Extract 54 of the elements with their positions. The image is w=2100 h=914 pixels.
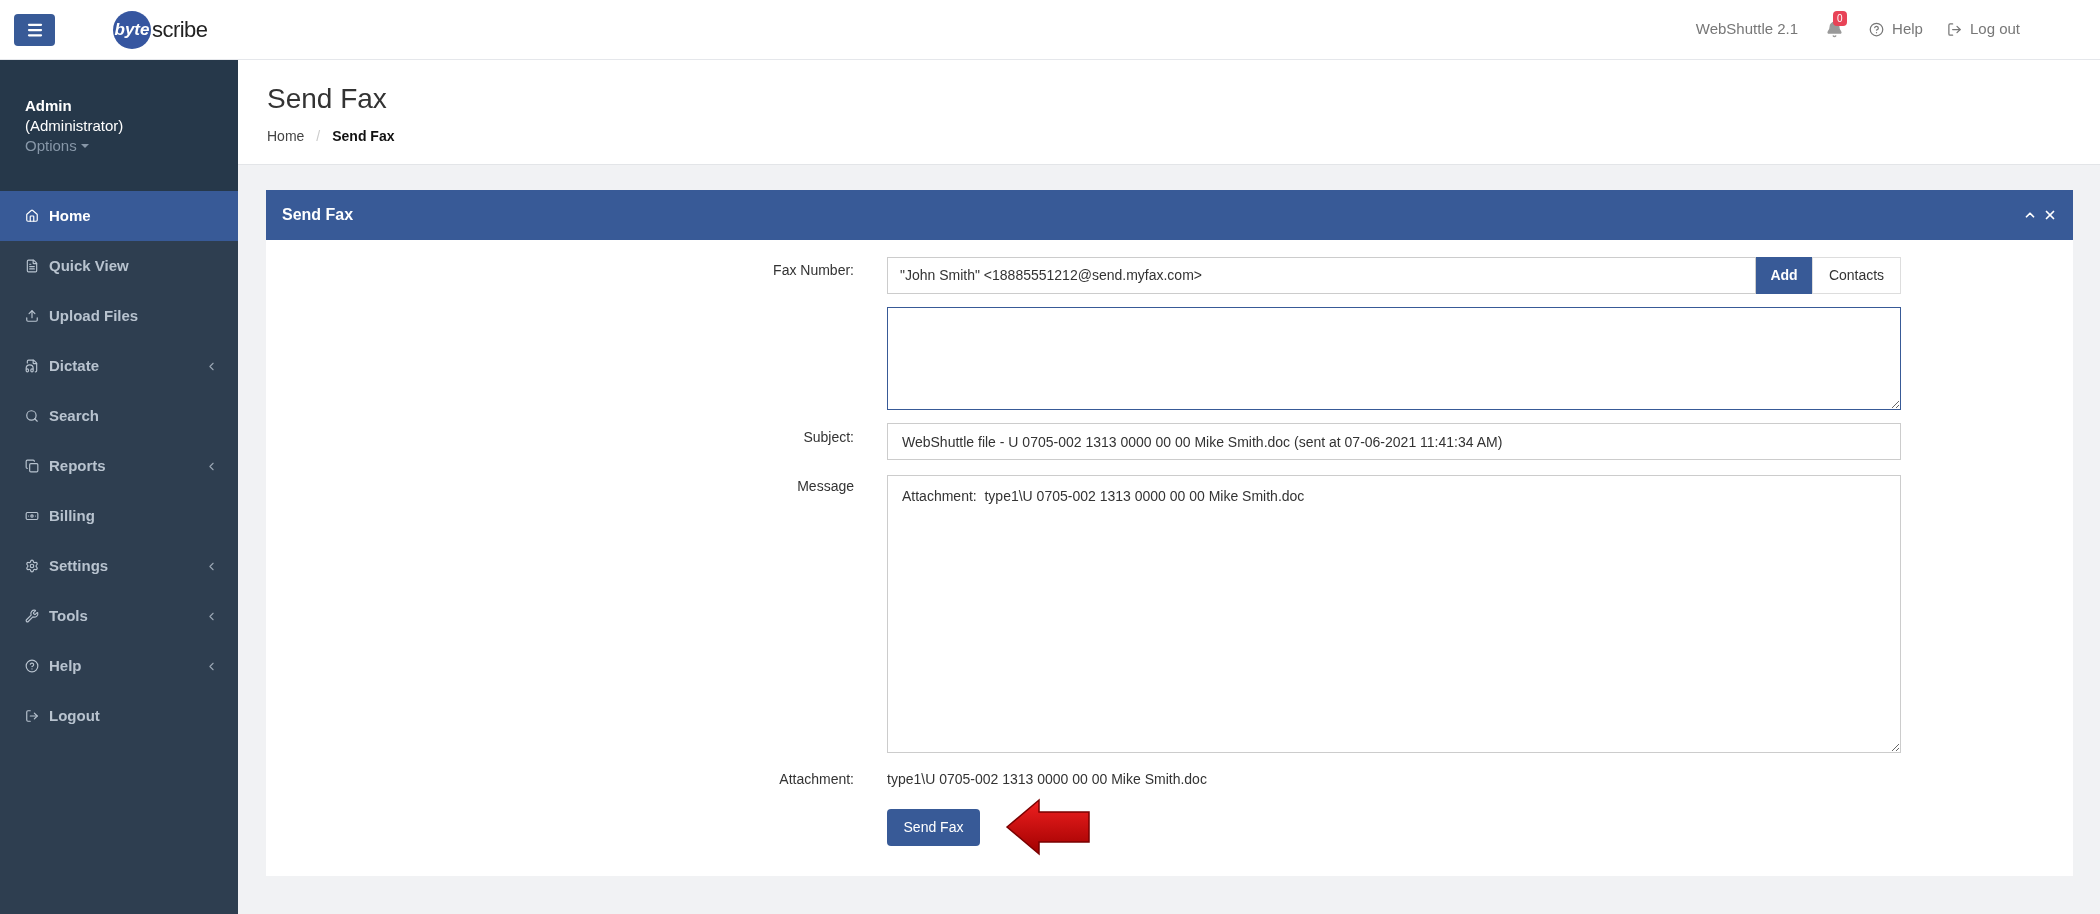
options-dropdown[interactable]: Options <box>25 136 89 156</box>
settings-icon <box>25 559 39 573</box>
message-field[interactable]: Attachment: type1\U 0705-002 1313 0000 00 00 Mike Smith.doc <box>887 475 1901 753</box>
help-icon <box>25 659 39 673</box>
nav-item[interactable]: Dictate <box>0 341 238 391</box>
nav-item[interactable]: Quick View <box>0 241 238 291</box>
audio-file-icon <box>25 359 39 373</box>
nav-item[interactable]: Settings <box>0 541 238 591</box>
field-label: Attachment: <box>778 770 854 789</box>
logout-icon <box>1946 22 1962 37</box>
field-label: Message <box>796 477 854 496</box>
nav-item[interactable]: Logout <box>0 691 238 741</box>
subject-field[interactable]: WebShuttle file - U 0705-002 1313 0000 00 00 Mike Smith.doc (sent at 07-06-2021 11:41:34 AM) <box>887 423 1901 460</box>
user-name: Admin <box>25 96 73 116</box>
nav-item[interactable]: Help <box>0 641 238 691</box>
breadcrumb-link[interactable]: Home <box>267 126 305 147</box>
add-button[interactable]: Add <box>1756 257 1812 294</box>
breadcrumb-current: Send Fax <box>332 127 395 146</box>
attachment-name: type1\U 0705-002 1313 0000 00 00 Mike Smith.doc <box>887 770 1208 789</box>
notification-bell-icon[interactable] <box>1826 21 1844 38</box>
notification-count: 0 <box>1833 11 1847 26</box>
help-icon <box>1869 22 1885 37</box>
nav-item[interactable]: Tools <box>0 591 238 641</box>
help-link[interactable]: Help <box>1892 18 1923 41</box>
copy-icon <box>25 459 39 473</box>
upload-icon <box>25 309 39 323</box>
nav-item[interactable]: Reports <box>0 441 238 491</box>
contacts-button[interactable]: Contacts <box>1812 257 1901 294</box>
search-icon <box>25 409 39 423</box>
document-icon <box>25 259 39 273</box>
field-label: Subject: <box>802 428 854 447</box>
logout-link[interactable]: Log out <box>1969 18 2020 41</box>
fax-number-field[interactable]: "John Smith" <18885551212@send.myfax.com> <box>887 257 1756 294</box>
send-fax-button[interactable]: Send Fax <box>887 808 980 846</box>
wrench-icon <box>25 609 39 623</box>
close-icon[interactable] <box>2043 208 2057 222</box>
nav-item[interactable]: Upload Files <box>0 291 238 341</box>
menu-button[interactable] <box>14 13 55 46</box>
home-icon <box>25 209 39 223</box>
pointer-arrow-icon <box>1005 798 1091 856</box>
logo-text: scribe <box>152 16 208 44</box>
recipients-field[interactable] <box>887 307 1901 410</box>
nav-item[interactable]: Home <box>0 191 238 241</box>
nav-item[interactable]: Search <box>0 391 238 441</box>
logo-mark: byte <box>113 10 151 49</box>
field-label: Fax Number: <box>772 261 854 280</box>
banknote-icon <box>25 509 39 523</box>
panel-title: Send Fax <box>282 205 355 225</box>
breadcrumb-separator: / <box>316 127 321 146</box>
page-title: Send Fax <box>267 82 388 116</box>
nav-item[interactable]: Billing <box>0 491 238 541</box>
version-label: WebShuttle 2.1 <box>1695 19 1799 40</box>
logout-icon <box>25 709 39 723</box>
user-role: (Administrator) <box>25 116 125 136</box>
